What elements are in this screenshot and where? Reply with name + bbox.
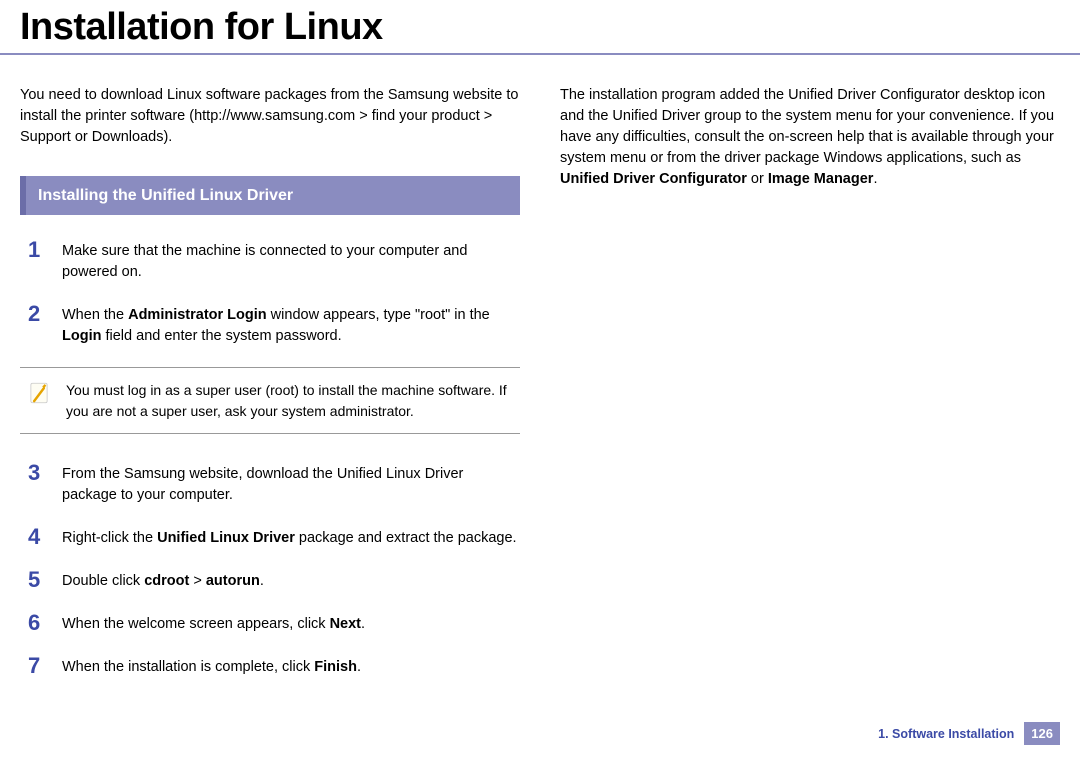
step-3: 3 From the Samsung website, download the… [20, 462, 520, 506]
step-text: When the installation is complete, click… [62, 655, 361, 678]
text-fragment: window appears, type "root" in the [267, 307, 490, 323]
note-box: You must log in as a super user (root) t… [20, 367, 520, 434]
left-column: You need to download Linux software pack… [20, 85, 520, 698]
intro-paragraph: You need to download Linux software pack… [20, 85, 520, 148]
step-number: 4 [28, 526, 44, 549]
bold-text: Unified Driver Configurator [560, 171, 747, 187]
bold-text: cdroot [144, 573, 189, 589]
step-number: 2 [28, 303, 44, 347]
step-5: 5 Double click cdroot > autorun. [20, 569, 520, 592]
text-fragment: Right-click the [62, 530, 157, 546]
text-fragment: . [260, 573, 264, 589]
text-fragment: When the installation is complete, click [62, 659, 314, 675]
step-number: 7 [28, 655, 44, 678]
step-6: 6 When the welcome screen appears, click… [20, 612, 520, 635]
bold-text: Next [330, 616, 361, 632]
text-fragment: or [747, 171, 768, 187]
bold-text: autorun [206, 573, 260, 589]
step-text: From the Samsung website, download the U… [62, 462, 520, 506]
page-title: Installation for Linux [0, 0, 1080, 55]
bold-text: Image Manager [768, 171, 874, 187]
step-number: 6 [28, 612, 44, 635]
bold-text: Unified Linux Driver [157, 530, 295, 546]
text-fragment: Double click [62, 573, 144, 589]
content-area: You need to download Linux software pack… [0, 55, 1080, 698]
step-text: Double click cdroot > autorun. [62, 569, 264, 592]
step-text: When the Administrator Login window appe… [62, 303, 520, 347]
step-number: 1 [28, 239, 44, 283]
note-text: You must log in as a super user (root) t… [66, 380, 514, 421]
text-fragment: package and extract the package. [295, 530, 517, 546]
step-7: 7 When the installation is complete, cli… [20, 655, 520, 678]
step-1: 1 Make sure that the machine is connecte… [20, 239, 520, 283]
note-icon [26, 380, 52, 406]
text-fragment: . [357, 659, 361, 675]
text-fragment: . [361, 616, 365, 632]
step-text: When the welcome screen appears, click N… [62, 612, 365, 635]
page-number: 126 [1024, 722, 1060, 745]
step-4: 4 Right-click the Unified Linux Driver p… [20, 526, 520, 549]
step-text: Make sure that the machine is connected … [62, 239, 520, 283]
text-fragment: When the welcome screen appears, click [62, 616, 330, 632]
text-fragment: The installation program added the Unifi… [560, 87, 1054, 166]
footer-section-label: 1. Software Installation [878, 727, 1014, 741]
bold-text: Finish [314, 659, 357, 675]
step-number: 3 [28, 462, 44, 506]
step-text: Right-click the Unified Linux Driver pac… [62, 526, 517, 549]
text-fragment: > [189, 573, 206, 589]
text-fragment: field and enter the system password. [101, 328, 341, 344]
text-fragment: . [873, 171, 877, 187]
bold-text: Login [62, 328, 101, 344]
step-2: 2 When the Administrator Login window ap… [20, 303, 520, 347]
section-heading: Installing the Unified Linux Driver [20, 176, 520, 215]
text-fragment: When the [62, 307, 128, 323]
bold-text: Administrator Login [128, 307, 267, 323]
footer: 1. Software Installation 126 [878, 722, 1060, 745]
step-number: 5 [28, 569, 44, 592]
right-paragraph: The installation program added the Unifi… [560, 85, 1060, 190]
right-column: The installation program added the Unifi… [560, 85, 1060, 698]
